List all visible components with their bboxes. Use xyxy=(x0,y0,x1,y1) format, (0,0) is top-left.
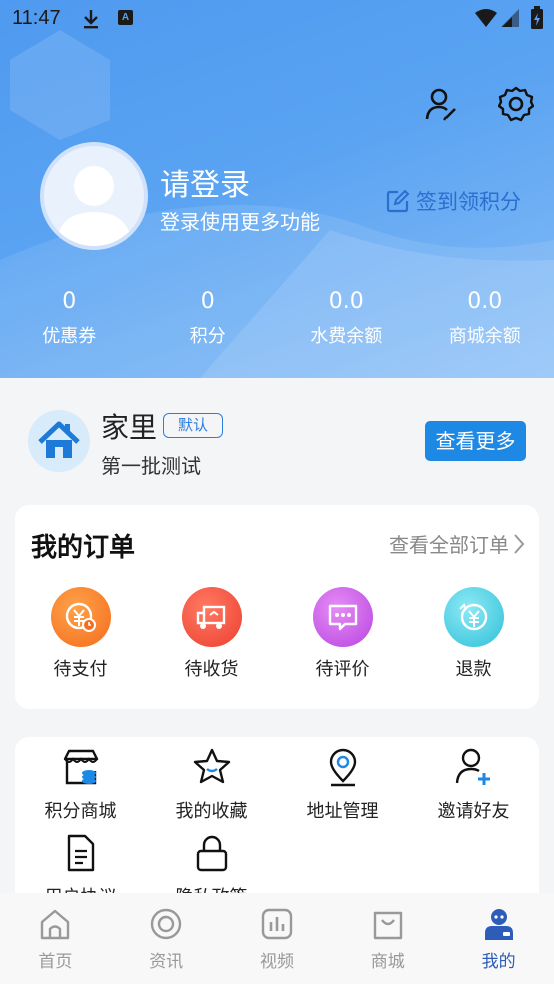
profile-icon xyxy=(484,909,513,940)
refund-icon xyxy=(443,587,504,647)
home-address-icon-wrap xyxy=(28,410,90,472)
all-orders-label: 查看全部订单 xyxy=(389,533,509,557)
tool-address[interactable]: 地址管理 xyxy=(277,747,408,823)
tool-label: 我的收藏 xyxy=(175,801,248,822)
order-refund[interactable]: 退款 xyxy=(408,587,539,681)
video-icon xyxy=(261,908,293,940)
default-avatar-icon xyxy=(56,166,132,246)
stat-store-balance[interactable]: 0.0 商城余额 xyxy=(416,286,554,348)
tool-invite[interactable]: 邀请好友 xyxy=(408,747,539,823)
home-name: 家里 xyxy=(101,411,158,444)
profile-header: 11:47 A 请登录 登录使用更多功能 签到领积分 0 优惠券 0 积分 0.… xyxy=(0,0,554,378)
order-status-row: 待支付 待收货 待评价 退款 xyxy=(15,587,539,681)
edit-icon xyxy=(386,189,410,213)
nav-news[interactable]: 资讯 xyxy=(111,893,222,984)
chat-icon xyxy=(312,587,373,647)
order-pending-review[interactable]: 待评价 xyxy=(277,587,408,681)
nav-profile[interactable]: 我的 xyxy=(443,893,554,984)
status-time: 11:47 xyxy=(12,7,61,29)
tool-favorites[interactable]: 我的收藏 xyxy=(146,747,277,823)
stat-label: 积分 xyxy=(189,326,226,347)
order-label: 待支付 xyxy=(53,659,108,680)
order-pending-delivery[interactable]: 待收货 xyxy=(146,587,277,681)
stat-label: 商城余额 xyxy=(448,326,521,347)
user-edit-icon[interactable] xyxy=(424,86,460,122)
nav-label: 我的 xyxy=(481,952,516,972)
house-icon xyxy=(38,421,80,458)
stat-value: 0 xyxy=(200,289,215,314)
default-badge: 默认 xyxy=(163,413,223,438)
app-notification-icon: A xyxy=(118,10,133,25)
all-orders-link[interactable]: 查看全部订单 xyxy=(389,529,525,558)
nav-label: 首页 xyxy=(38,952,73,972)
order-pending-payment[interactable]: 待支付 xyxy=(15,587,146,681)
view-more-button[interactable]: 查看更多 xyxy=(425,421,526,461)
tool-label: 积分商城 xyxy=(44,801,117,822)
signin-label: 签到领积分 xyxy=(416,190,521,214)
login-subtitle: 登录使用更多功能 xyxy=(160,210,320,234)
stat-value: 0 xyxy=(62,289,77,314)
document-icon xyxy=(67,834,94,872)
orders-title: 我的订单 xyxy=(31,533,136,563)
pending-payment-icon xyxy=(50,587,111,647)
order-label: 待收货 xyxy=(184,659,239,680)
order-label: 待评价 xyxy=(315,659,370,680)
nav-label: 视频 xyxy=(259,952,294,972)
tools-card: 积分商城 我的收藏 地址管理 邀请好友 用户协议 xyxy=(15,737,539,907)
wifi-icon xyxy=(475,9,497,27)
order-label: 退款 xyxy=(455,659,492,680)
stat-value: 0.0 xyxy=(467,289,503,314)
stat-value: 0.0 xyxy=(328,289,364,314)
tool-points-store[interactable]: 积分商城 xyxy=(15,747,146,823)
tool-label: 邀请好友 xyxy=(437,801,510,822)
stat-label: 优惠券 xyxy=(42,326,97,347)
avatar[interactable] xyxy=(40,142,148,250)
nav-video[interactable]: 视频 xyxy=(222,893,333,984)
my-orders-card: 我的订单 查看全部订单 待支付 待收货 待评价 退款 xyxy=(15,505,539,709)
gear-icon[interactable] xyxy=(498,86,534,122)
lock-icon xyxy=(196,835,227,872)
points-store-icon xyxy=(63,749,98,785)
stat-label: 水费余额 xyxy=(310,326,383,347)
signin-points-button[interactable]: 签到领积分 xyxy=(386,186,521,216)
status-bar: 11:47 A xyxy=(0,0,554,38)
nav-store[interactable]: 商城 xyxy=(332,893,443,984)
download-icon xyxy=(84,10,98,29)
tool-label: 地址管理 xyxy=(306,801,379,822)
bottom-nav: 首页 资讯 视频 商城 我的 xyxy=(0,893,554,984)
truck-icon xyxy=(181,587,242,647)
stat-points[interactable]: 0 积分 xyxy=(139,286,278,348)
stat-coupons[interactable]: 0 优惠券 xyxy=(0,286,139,348)
stat-water-balance[interactable]: 0.0 水费余额 xyxy=(277,286,416,348)
news-icon xyxy=(150,908,182,940)
home-icon xyxy=(41,909,70,940)
stats-row: 0 优惠券 0 积分 0.0 水费余额 0.0 商城余额 xyxy=(0,286,554,348)
star-icon xyxy=(193,748,230,784)
login-title[interactable]: 请登录 xyxy=(160,160,250,204)
location-pin-icon xyxy=(329,748,356,787)
invite-friend-icon xyxy=(455,748,490,785)
home-subtitle: 第一批测试 xyxy=(101,454,201,478)
signal-icon xyxy=(501,9,519,27)
battery-charging-icon xyxy=(531,6,543,29)
chevron-right-icon xyxy=(514,533,525,554)
nav-label: 资讯 xyxy=(149,952,184,972)
shopping-bag-icon xyxy=(373,911,402,940)
nav-label: 商城 xyxy=(370,952,405,972)
nav-home[interactable]: 首页 xyxy=(0,893,111,984)
